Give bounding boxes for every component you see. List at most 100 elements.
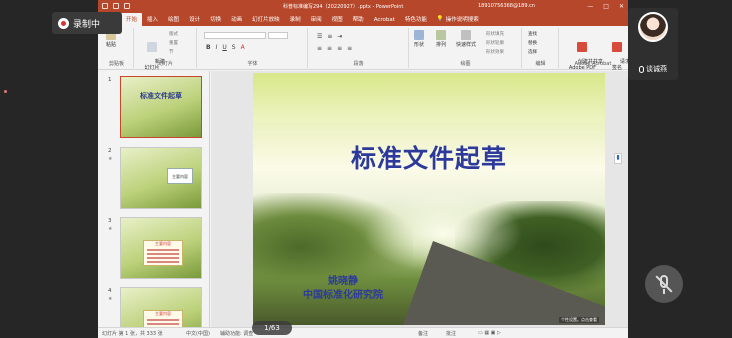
section-button[interactable]: 节: [169, 49, 174, 55]
minimize-button[interactable]: —: [587, 3, 593, 10]
shape-outline-button[interactable]: 形状轮廓: [486, 40, 504, 46]
arrange-label: 排列: [436, 42, 447, 48]
view-buttons[interactable]: ▭ ▦ ▣ ▷: [478, 330, 501, 336]
recording-indicator[interactable]: 录制中: [52, 12, 122, 34]
participant-card[interactable]: 谈诚燕: [628, 8, 678, 80]
reset-button[interactable]: 重置: [169, 40, 178, 46]
tab-animations[interactable]: 动画: [226, 13, 247, 26]
thumbnail-slide-1[interactable]: 标准文件起草: [120, 76, 202, 138]
slide-count-status: 幻灯片 第 1 张，共 333 张: [102, 331, 163, 337]
slides-label: 幻灯片: [157, 61, 173, 67]
save-icon[interactable]: [102, 3, 108, 9]
font-color-icon[interactable]: A: [241, 44, 245, 51]
thumbnail-box: 主要内容: [167, 168, 193, 184]
tab-record[interactable]: 录制: [285, 13, 306, 26]
slide-organization: 中国标准化研究院: [303, 290, 383, 301]
font-name-field[interactable]: [204, 32, 266, 39]
account-name[interactable]: 18910756368@189.cn: [478, 3, 535, 9]
accessibility-status[interactable]: 辅助功能: 调查: [220, 330, 253, 337]
editing-label: 编辑: [535, 61, 546, 67]
thumbnail-slide-3[interactable]: 主要内容: [120, 217, 202, 279]
redo-icon[interactable]: [124, 3, 130, 9]
adobe-group: 创建并共享 Adobe PDF 请求 签名 Adobe Acrobat: [560, 28, 630, 71]
thumbnail-slide-4[interactable]: 主要内容: [120, 287, 202, 327]
italic-icon[interactable]: I: [216, 44, 218, 51]
slide-author-block[interactable]: 姚晓静 中国标准化研究院: [283, 275, 403, 303]
bookmark-icon[interactable]: ▮: [614, 153, 622, 164]
drawing-label: 绘图: [460, 61, 471, 67]
indent-icon[interactable]: ⇥: [337, 33, 342, 40]
new-slide-button[interactable]: 新建 幻灯片: [139, 30, 165, 77]
mute-microphone-button[interactable]: [645, 265, 683, 303]
font-label: 字体: [247, 61, 258, 67]
replace-button[interactable]: 替换: [528, 40, 537, 46]
thumbnail-box: 主要内容: [155, 311, 171, 316]
shape-fill-button[interactable]: 形状填充: [486, 31, 504, 37]
undo-icon[interactable]: [113, 3, 119, 9]
star-icon: ★: [108, 156, 113, 162]
thumbnail-number: 3: [108, 218, 112, 224]
align-right-icon[interactable]: ≡: [337, 45, 342, 52]
tab-view[interactable]: 视图: [327, 13, 348, 26]
language-status[interactable]: 中文(中国): [186, 330, 210, 337]
layout-button[interactable]: 版式: [169, 31, 178, 37]
bold-icon[interactable]: B: [206, 44, 211, 51]
tab-insert[interactable]: 插入: [142, 13, 163, 26]
participant-name-row: 谈诚燕: [628, 64, 678, 74]
align-center-icon[interactable]: ≡: [327, 45, 332, 52]
tab-design[interactable]: 设计: [184, 13, 205, 26]
tab-features[interactable]: 特色功能: [400, 13, 432, 26]
tab-review[interactable]: 审阅: [306, 13, 327, 26]
request-sign-button[interactable]: 请求 签名: [604, 30, 630, 77]
tab-slideshow[interactable]: 幻灯片放映: [247, 13, 285, 26]
find-button[interactable]: 查找: [528, 31, 537, 37]
numbering-icon[interactable]: ≡: [327, 33, 332, 40]
tab-draw[interactable]: 绘图: [163, 13, 184, 26]
pdf-icon: [577, 42, 588, 52]
select-button[interactable]: 选择: [528, 49, 537, 55]
thumbnail-number: 4: [108, 288, 112, 294]
strikethrough-icon[interactable]: S: [232, 44, 236, 51]
font-format-row: B I U S A: [206, 44, 245, 51]
title-bar: 科普标准编写294（20220927）.pptx - PowerPoint 18…: [98, 0, 628, 13]
new-slide-icon: [146, 42, 157, 52]
underline-icon[interactable]: U: [222, 44, 226, 51]
microphone-icon: [639, 65, 644, 73]
microphone-stand: [663, 289, 665, 294]
participant-name: 谈诚燕: [646, 65, 667, 73]
current-slide[interactable]: 标准文件起草 姚晓静 中国标准化研究院 个性设置。点击查看: [253, 73, 605, 325]
sign-icon: [611, 42, 622, 52]
clipboard-group: 粘贴 剪贴板: [100, 28, 134, 68]
thumbnail-number: 2: [108, 148, 112, 154]
create-share-pdf-button[interactable]: 创建并共享 Adobe PDF: [562, 30, 603, 77]
thumbnail-slide-2[interactable]: 主要内容: [120, 147, 202, 209]
align-row: ≡ ≡ ≡ ≡: [317, 45, 352, 52]
quick-styles-icon: [461, 30, 471, 40]
clipboard-label: 剪贴板: [108, 61, 124, 67]
tab-help[interactable]: 帮助: [348, 13, 369, 26]
shapes-icon: [414, 30, 424, 40]
notes-button[interactable]: 备注: [418, 330, 428, 337]
shape-button[interactable]: 形状: [414, 30, 424, 48]
slide-title[interactable]: 标准文件起草: [253, 139, 605, 175]
font-group: B I U S A 字体: [198, 28, 308, 68]
maximize-button[interactable]: □: [603, 3, 609, 10]
bullets-icon[interactable]: ☰: [317, 33, 322, 40]
comments-button[interactable]: 批注: [446, 330, 456, 337]
arrange-button[interactable]: 排列: [436, 30, 446, 48]
tab-transitions[interactable]: 切换: [205, 13, 226, 26]
star-icon: ★: [108, 296, 113, 302]
justify-icon[interactable]: ≡: [347, 45, 352, 52]
avatar: [638, 12, 668, 42]
quick-styles-button[interactable]: 快速样式: [456, 30, 476, 48]
quick-access-toolbar: [102, 3, 130, 9]
align-left-icon[interactable]: ≡: [317, 45, 322, 52]
shape-effects-button[interactable]: 形状效果: [486, 49, 504, 55]
page-indicator: 1/63: [252, 321, 292, 335]
meeting-stage: 科普标准编写294（20220927）.pptx - PowerPoint 18…: [0, 0, 732, 338]
font-size-field[interactable]: [268, 32, 288, 39]
tab-acrobat[interactable]: Acrobat: [369, 15, 400, 26]
tell-me-search[interactable]: 💡 操作说明搜索: [432, 13, 484, 26]
tab-home[interactable]: 开始: [121, 13, 143, 26]
close-button[interactable]: ✕: [619, 3, 624, 10]
